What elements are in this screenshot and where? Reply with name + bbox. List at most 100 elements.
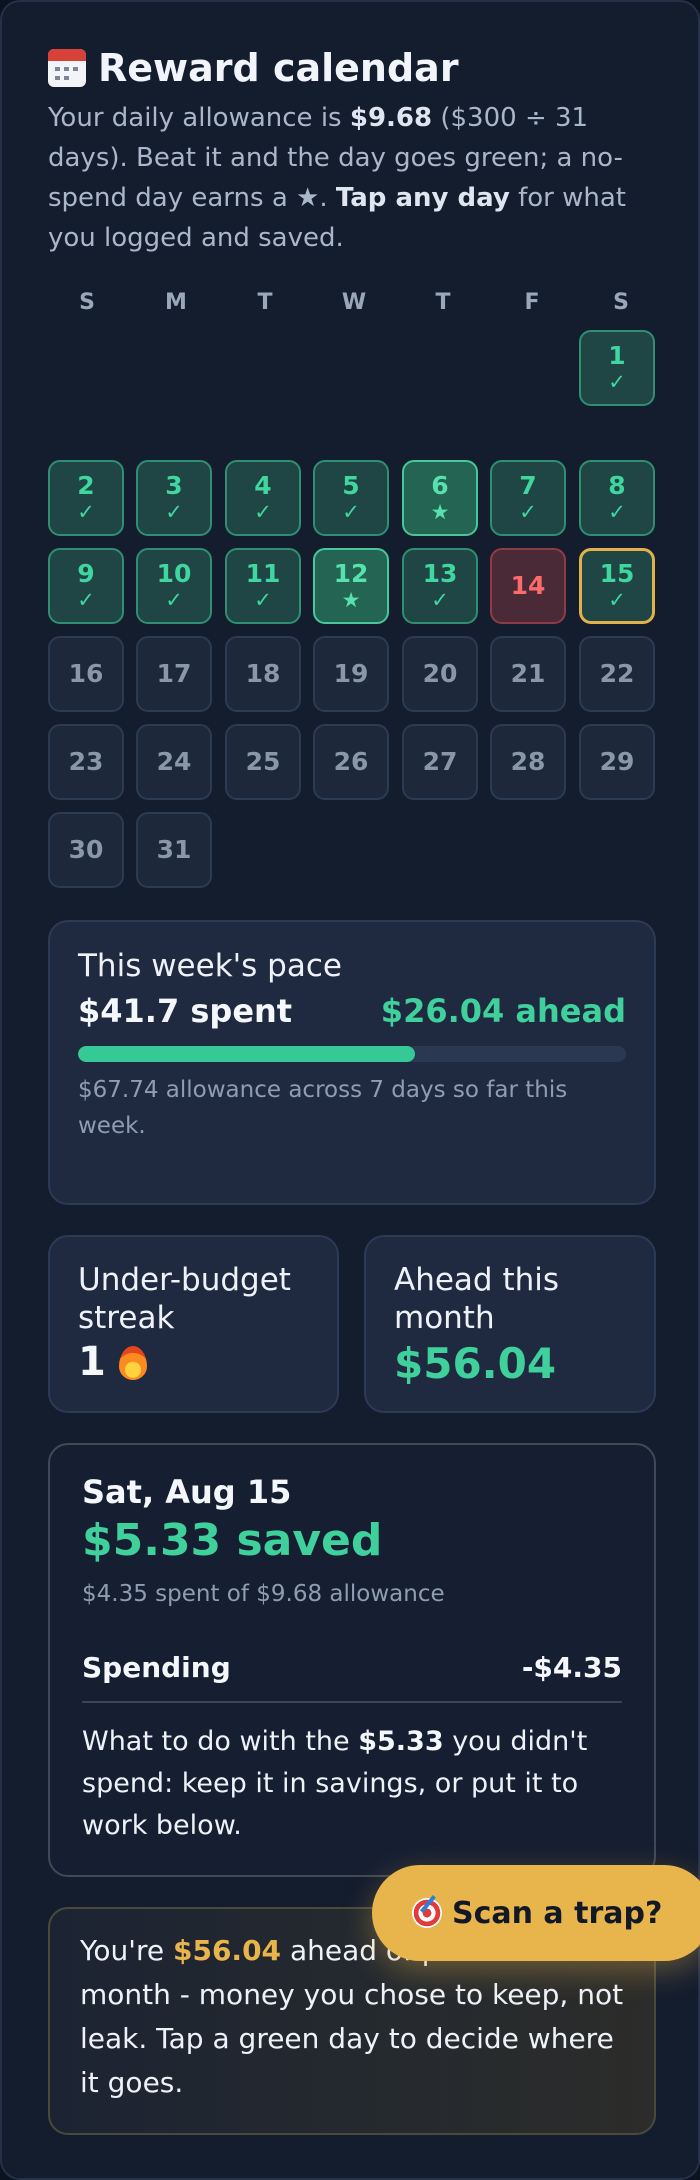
detail-suggestion: What to do with the $5.33 you didn't spe… bbox=[82, 1721, 622, 1847]
calendar-day-30[interactable]: 30 bbox=[48, 812, 124, 888]
unspent-amount: $5.33 bbox=[358, 1726, 444, 1757]
calendar-day-7[interactable]: 7 ✓ bbox=[490, 460, 566, 536]
calendar-day-6[interactable]: 6 ★ bbox=[402, 460, 478, 536]
fire-icon bbox=[116, 1342, 150, 1382]
check-icon: ✓ bbox=[608, 500, 626, 524]
day-number: 9 bbox=[77, 559, 95, 588]
weekly-pace-card: This week's pace $41.7 spent $26.04 ahea… bbox=[48, 920, 656, 1205]
calendar-day-24[interactable]: 24 bbox=[136, 724, 212, 800]
calendar-day-8[interactable]: 8 ✓ bbox=[579, 460, 655, 536]
streak-value: 1 bbox=[78, 1339, 150, 1385]
day-number: 29 bbox=[599, 747, 635, 776]
day-number: 23 bbox=[68, 747, 104, 776]
day-number: 31 bbox=[156, 835, 192, 864]
ahead-amount: $56.04 bbox=[172, 1934, 282, 1967]
star-icon: ★ bbox=[430, 500, 450, 524]
pace-label: This week's pace bbox=[78, 948, 342, 984]
calendar-day-15[interactable]: 15 ✓ bbox=[579, 548, 655, 624]
month-ahead-value: $56.04 bbox=[394, 1339, 557, 1388]
calendar-day-10[interactable]: 10 ✓ bbox=[136, 548, 212, 624]
calendar-day-3[interactable]: 3 ✓ bbox=[136, 460, 212, 536]
check-icon: ✓ bbox=[254, 588, 272, 612]
streak-card: Under-budget streak 1 bbox=[48, 1235, 339, 1413]
day-number: 26 bbox=[333, 747, 369, 776]
month-ahead-label: Ahead this month bbox=[394, 1262, 560, 1336]
page-title: Reward calendar bbox=[48, 46, 459, 90]
calendar-day-21[interactable]: 21 bbox=[490, 636, 566, 712]
calendar-day-19[interactable]: 19 bbox=[313, 636, 389, 712]
day-number: 16 bbox=[68, 659, 104, 688]
calendar-day-2[interactable]: 2 ✓ bbox=[48, 460, 124, 536]
calendar-day-22[interactable]: 22 bbox=[579, 636, 655, 712]
ahead-part: You're bbox=[80, 1934, 173, 1967]
day-number: 4 bbox=[254, 471, 272, 500]
tap-hint: Tap any day bbox=[335, 183, 510, 213]
day-number: 2 bbox=[77, 471, 95, 500]
calendar-day-13[interactable]: 13 ✓ bbox=[402, 548, 478, 624]
day-number: 10 bbox=[156, 559, 192, 588]
weekday-label: T bbox=[435, 290, 451, 315]
weekday-label: T bbox=[257, 290, 273, 315]
day-number: 21 bbox=[510, 659, 546, 688]
calendar-day-28[interactable]: 28 bbox=[490, 724, 566, 800]
weekday-label: W bbox=[341, 290, 367, 315]
calendar-day-9[interactable]: 9 ✓ bbox=[48, 548, 124, 624]
day-number: 5 bbox=[342, 471, 360, 500]
day-number: 7 bbox=[519, 471, 537, 500]
suggestion-part: What to do with the bbox=[82, 1726, 359, 1757]
calendar-day-11[interactable]: 11 ✓ bbox=[225, 548, 301, 624]
app-panel: Reward calendar Your daily allowance is … bbox=[0, 0, 700, 2180]
calendar-day-31[interactable]: 31 bbox=[136, 812, 212, 888]
calendar-day-23[interactable]: 23 bbox=[48, 724, 124, 800]
pace-progress-bar bbox=[78, 1046, 626, 1062]
day-number: 19 bbox=[333, 659, 369, 688]
check-icon: ✓ bbox=[165, 588, 183, 612]
scan-trap-button[interactable]: Scan a trap? bbox=[372, 1865, 700, 1961]
calendar-day-4[interactable]: 4 ✓ bbox=[225, 460, 301, 536]
day-number: 17 bbox=[156, 659, 192, 688]
pace-progress-fill bbox=[78, 1046, 416, 1062]
day-number: 12 bbox=[333, 559, 369, 588]
weekday-label: S bbox=[79, 290, 95, 315]
calendar-day-18[interactable]: 18 bbox=[225, 636, 301, 712]
day-number: 6 bbox=[431, 471, 449, 500]
weekday-label: M bbox=[165, 290, 187, 315]
calendar-day-27[interactable]: 27 bbox=[402, 724, 478, 800]
title-text: Reward calendar bbox=[98, 46, 459, 90]
calendar-day-12[interactable]: 12 ★ bbox=[313, 548, 389, 624]
allowance-amount: $9.68 bbox=[349, 103, 433, 133]
detail-subtitle: $4.35 spent of $9.68 allowance bbox=[82, 1581, 445, 1607]
streak-count: 1 bbox=[78, 1339, 106, 1385]
day-number: 3 bbox=[165, 471, 183, 500]
intro-part: Your daily allowance is bbox=[48, 103, 350, 133]
check-icon: ✓ bbox=[77, 500, 95, 524]
day-number: 27 bbox=[422, 747, 458, 776]
day-number: 15 bbox=[599, 559, 635, 588]
day-number: 22 bbox=[599, 659, 635, 688]
divider bbox=[82, 1701, 622, 1703]
spending-value: -$4.35 bbox=[521, 1651, 622, 1684]
pace-ahead: $26.04 ahead bbox=[380, 992, 626, 1030]
check-icon: ✓ bbox=[519, 500, 537, 524]
calendar-day-14[interactable]: 14 bbox=[490, 548, 566, 624]
day-detail-card: Sat, Aug 15 $5.33 saved $4.35 spent of $… bbox=[48, 1443, 656, 1877]
check-icon: ✓ bbox=[254, 500, 272, 524]
calendar-day-5[interactable]: 5 ✓ bbox=[313, 460, 389, 536]
weekday-label: S bbox=[613, 290, 629, 315]
intro-text: Your daily allowance is $9.68 ($300 ÷ 31… bbox=[48, 98, 648, 258]
calendar-day-1[interactable]: 1 ✓ bbox=[579, 330, 655, 406]
check-icon: ✓ bbox=[608, 370, 626, 394]
calendar-day-16[interactable]: 16 bbox=[48, 636, 124, 712]
detail-saved: $5.33 saved bbox=[82, 1515, 383, 1566]
check-icon: ✓ bbox=[342, 500, 360, 524]
day-number: 18 bbox=[245, 659, 281, 688]
day-number: 13 bbox=[422, 559, 458, 588]
calendar-day-20[interactable]: 20 bbox=[402, 636, 478, 712]
calendar-day-29[interactable]: 29 bbox=[579, 724, 655, 800]
pace-note: $67.74 allowance across 7 days so far th… bbox=[78, 1077, 568, 1139]
target-icon bbox=[412, 1898, 442, 1928]
calendar-day-17[interactable]: 17 bbox=[136, 636, 212, 712]
calendar-day-25[interactable]: 25 bbox=[225, 724, 301, 800]
calendar-day-26[interactable]: 26 bbox=[313, 724, 389, 800]
day-number: 28 bbox=[510, 747, 546, 776]
